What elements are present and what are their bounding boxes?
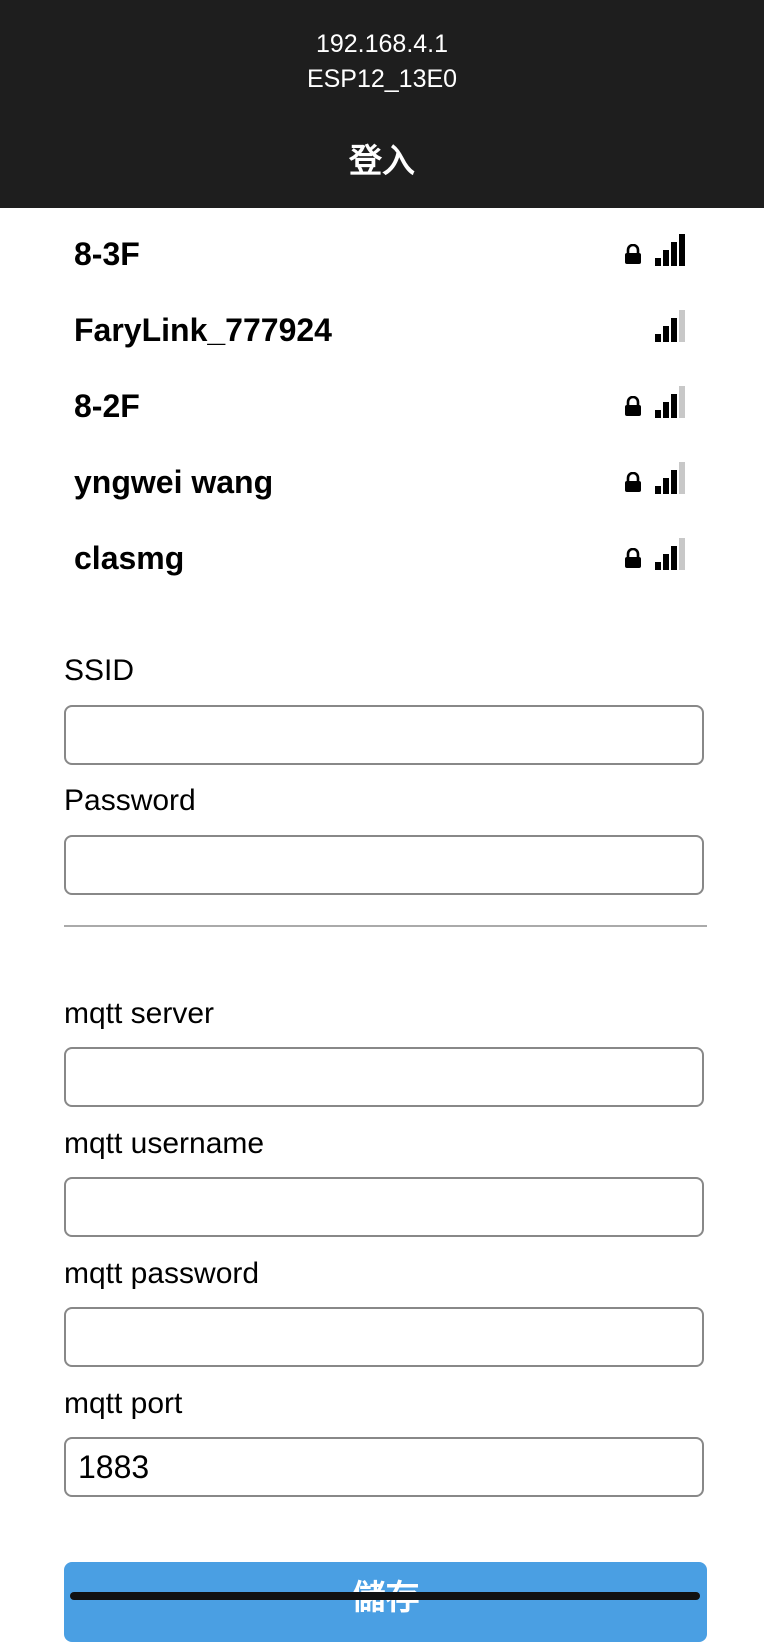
lock-icon bbox=[625, 548, 641, 568]
mqtt-server-label: mqtt server bbox=[64, 997, 215, 1030]
page-title: 登入 bbox=[349, 141, 415, 180]
signal-strength-icon bbox=[655, 234, 685, 266]
network-item[interactable]: yngwei wang bbox=[0, 444, 764, 520]
signal-strength-icon bbox=[655, 386, 685, 418]
network-name: yngwei wang bbox=[74, 463, 274, 500]
network-name: FaryLink_777924 bbox=[74, 311, 332, 348]
lock-icon bbox=[625, 472, 641, 492]
mqtt-password-label: mqtt password bbox=[64, 1257, 260, 1290]
network-item[interactable]: 8-2F bbox=[0, 368, 764, 444]
network-name: 8-3F bbox=[74, 235, 140, 272]
mqtt-username-label: mqtt username bbox=[64, 1127, 265, 1160]
ssid-input[interactable] bbox=[64, 705, 704, 765]
host-address: 192.168.4.1 bbox=[315, 30, 449, 58]
mqtt-port-input[interactable] bbox=[64, 1437, 704, 1497]
access-point-name: ESP12_13E0 bbox=[306, 65, 458, 93]
section-divider bbox=[64, 925, 707, 927]
mqtt-password-input[interactable] bbox=[64, 1307, 704, 1367]
signal-strength-icon bbox=[655, 462, 685, 494]
lock-icon bbox=[625, 244, 641, 264]
signal-strength-icon bbox=[655, 538, 685, 570]
home-indicator[interactable] bbox=[70, 1592, 700, 1600]
ssid-label: SSID bbox=[64, 654, 135, 687]
network-item[interactable]: 8-3F bbox=[0, 216, 764, 292]
network-list: 8-3F FaryLink_777924 8-2F yngwei wang cl… bbox=[0, 216, 764, 596]
network-item[interactable]: clasmg bbox=[0, 520, 764, 596]
password-label: Password bbox=[64, 784, 196, 817]
password-input[interactable] bbox=[64, 835, 704, 895]
mqtt-username-input[interactable] bbox=[64, 1177, 704, 1237]
top-bar: 192.168.4.1 ESP12_13E0 登入 bbox=[0, 0, 764, 208]
network-item[interactable]: FaryLink_777924 bbox=[0, 292, 764, 368]
network-name: 8-2F bbox=[74, 387, 140, 424]
mqtt-port-label: mqtt port bbox=[64, 1387, 183, 1420]
network-name: clasmg bbox=[74, 539, 185, 576]
save-button[interactable]: 儲存 bbox=[64, 1562, 707, 1642]
lock-icon bbox=[625, 396, 641, 416]
mqtt-server-input[interactable] bbox=[64, 1047, 704, 1107]
signal-strength-icon bbox=[655, 310, 685, 342]
